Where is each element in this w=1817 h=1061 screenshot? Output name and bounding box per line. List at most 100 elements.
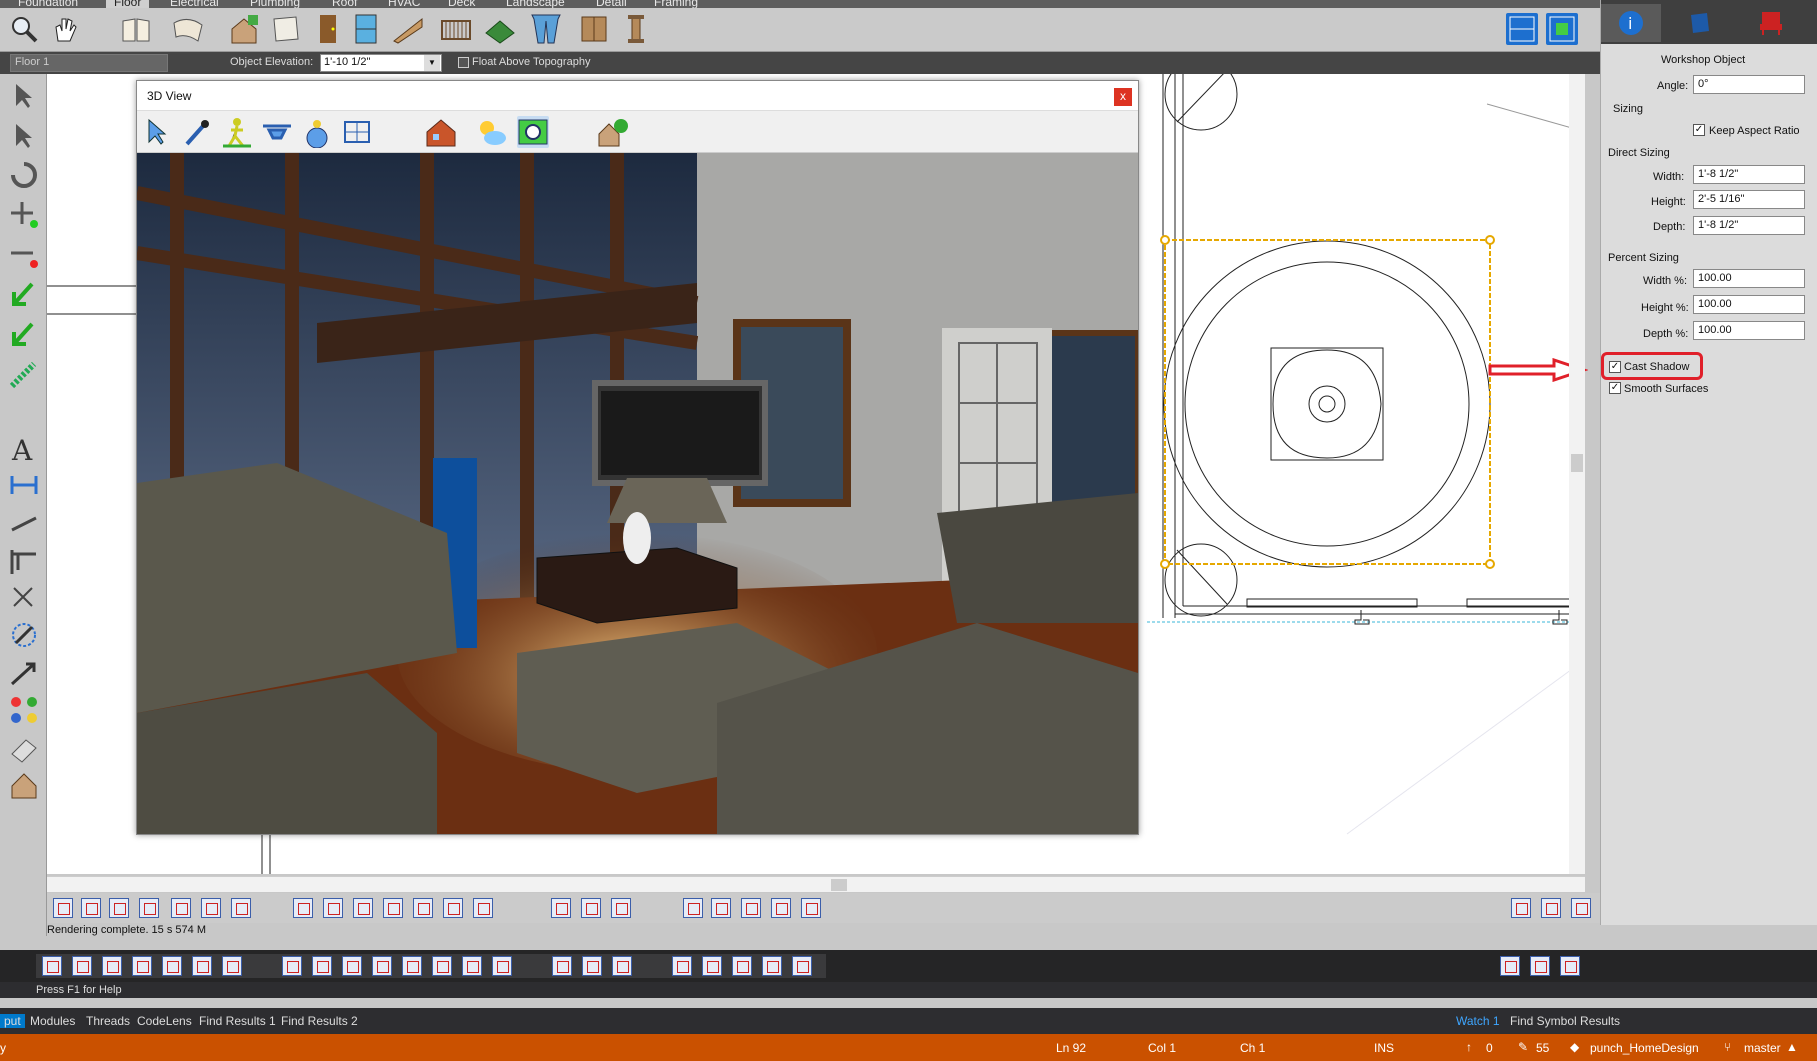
mirror-h-icon[interactable]	[771, 898, 791, 918]
align-top-icon[interactable]	[162, 956, 182, 976]
tab-detail[interactable]: Detail	[596, 0, 627, 8]
align-top-icon[interactable]	[171, 898, 191, 918]
book-icon[interactable]	[120, 13, 152, 45]
sun-weather-icon[interactable]	[475, 116, 507, 148]
tab-threads[interactable]: Threads	[86, 1014, 130, 1028]
tab-find-results-1[interactable]: Find Results 1	[199, 1014, 276, 1028]
align-cross-icon[interactable]	[132, 956, 152, 976]
window-icon[interactable]	[350, 13, 382, 45]
rotate-icon[interactable]	[8, 160, 40, 190]
vertical-scrollbar[interactable]	[1569, 74, 1585, 874]
distribute-v-icon[interactable]	[312, 956, 332, 976]
add-point-icon[interactable]	[8, 200, 40, 230]
move-down-icon[interactable]	[8, 280, 40, 310]
space-top-icon[interactable]	[462, 956, 482, 976]
space-equal-icon[interactable]	[353, 898, 373, 918]
home-icon[interactable]	[8, 770, 40, 800]
view-double-icon[interactable]	[1530, 956, 1550, 976]
tab-deck[interactable]: Deck	[448, 0, 475, 8]
line-number[interactable]: Ln 92	[1056, 1041, 1086, 1055]
center-h-icon[interactable]	[552, 956, 572, 976]
color-dots-icon[interactable]	[8, 694, 40, 724]
space-v-icon[interactable]	[413, 898, 433, 918]
align-cross-icon[interactable]	[139, 898, 159, 918]
tab-hvac[interactable]: HVAC	[388, 0, 420, 8]
align-right-icon[interactable]	[102, 956, 122, 976]
distribute-h-icon[interactable]	[293, 898, 313, 918]
curtain-icon[interactable]	[530, 13, 562, 45]
arrow-line-icon[interactable]	[8, 658, 40, 688]
space-equal-icon[interactable]	[342, 956, 362, 976]
flip-icon[interactable]	[683, 898, 703, 918]
floor-select[interactable]: Floor 1	[10, 54, 168, 72]
move-left-icon[interactable]	[8, 320, 40, 350]
center-v-icon[interactable]	[581, 898, 601, 918]
camera-orbit-icon[interactable]	[301, 116, 333, 149]
distribute-v-icon[interactable]	[323, 898, 343, 918]
paint-tab[interactable]	[1671, 4, 1731, 42]
scroll-thumb[interactable]	[1571, 454, 1583, 472]
align-bottom-icon[interactable]	[231, 898, 251, 918]
width-input[interactable]: 1'-8 1/2"	[1693, 165, 1805, 184]
view-single-icon[interactable]	[1500, 956, 1520, 976]
flip-v-icon[interactable]	[741, 898, 761, 918]
floorplan-view-icon[interactable]	[1506, 13, 1538, 45]
remove-point-icon[interactable]	[8, 240, 40, 270]
align-left-icon[interactable]	[53, 898, 73, 918]
house-add-icon[interactable]	[228, 13, 260, 45]
chevron-down-icon[interactable]: ▼	[424, 55, 440, 71]
horizontal-scrollbar[interactable]	[47, 876, 1585, 892]
space-h-icon[interactable]	[383, 898, 403, 918]
dimension-icon[interactable]	[8, 470, 40, 500]
zoom-icon[interactable]	[8, 13, 40, 45]
center-v-icon[interactable]	[582, 956, 602, 976]
float-checkbox[interactable]	[458, 57, 469, 68]
cast-shadow-checkbox[interactable]: ✓	[1609, 361, 1621, 373]
info-tab[interactable]: i	[1601, 4, 1661, 42]
angle-input[interactable]: 0°	[1693, 75, 1805, 94]
text-tool-icon[interactable]: A	[8, 434, 40, 467]
chair-tab[interactable]	[1741, 4, 1801, 42]
tab-framing[interactable]: Framing	[654, 0, 698, 8]
view-single-icon[interactable]	[1511, 898, 1531, 918]
tab-floor[interactable]: Floor	[106, 0, 150, 8]
cabinet2-icon[interactable]	[578, 13, 610, 45]
tab-output[interactable]: put	[0, 1014, 25, 1028]
view-full-icon[interactable]	[1560, 956, 1580, 976]
3d-view-window[interactable]: 3D View x	[136, 80, 1139, 835]
eyedropper-icon[interactable]	[181, 116, 213, 148]
walkthrough-icon[interactable]	[221, 116, 253, 148]
hourglass-icon[interactable]	[801, 898, 821, 918]
line-tool-icon[interactable]	[8, 510, 40, 540]
3d-view-titlebar[interactable]: 3D View x	[137, 81, 1138, 111]
center-h-icon[interactable]	[551, 898, 571, 918]
space-v-icon[interactable]	[402, 956, 422, 976]
tab-landscape[interactable]: Landscape	[506, 0, 565, 8]
resize-icon[interactable]	[8, 620, 40, 650]
chevron-up-icon[interactable]: ▲	[1786, 1040, 1798, 1054]
height-pct-input[interactable]: 100.00	[1693, 295, 1805, 314]
center-both-icon[interactable]	[612, 956, 632, 976]
angle-tool-icon[interactable]	[8, 546, 40, 576]
align-middle-icon[interactable]	[192, 956, 212, 976]
tab-modules[interactable]: Modules	[30, 1014, 75, 1028]
3d-render[interactable]	[137, 153, 1138, 834]
depth-input[interactable]: 1'-8 1/2"	[1693, 216, 1805, 235]
railing-icon[interactable]	[440, 13, 472, 45]
align-center-icon[interactable]	[72, 956, 92, 976]
mirror-h-icon[interactable]	[762, 956, 782, 976]
measure-icon[interactable]	[8, 582, 40, 612]
repo-name[interactable]: punch_HomeDesign	[1590, 1041, 1699, 1055]
center-both-icon[interactable]	[611, 898, 631, 918]
house-landscape-icon[interactable]	[597, 116, 629, 148]
tab-electrical[interactable]: Electrical	[170, 0, 219, 8]
width-pct-input[interactable]: 100.00	[1693, 269, 1805, 288]
drone-icon[interactable]	[261, 116, 293, 148]
keep-aspect-checkbox[interactable]: ✓	[1693, 124, 1705, 136]
close-button[interactable]: x	[1114, 88, 1132, 106]
column-icon[interactable]	[620, 13, 652, 45]
align-right-icon[interactable]	[109, 898, 129, 918]
flip-icon[interactable]	[672, 956, 692, 976]
tab-codelens[interactable]: CodeLens	[137, 1014, 192, 1028]
push-count[interactable]: 0	[1486, 1041, 1493, 1055]
